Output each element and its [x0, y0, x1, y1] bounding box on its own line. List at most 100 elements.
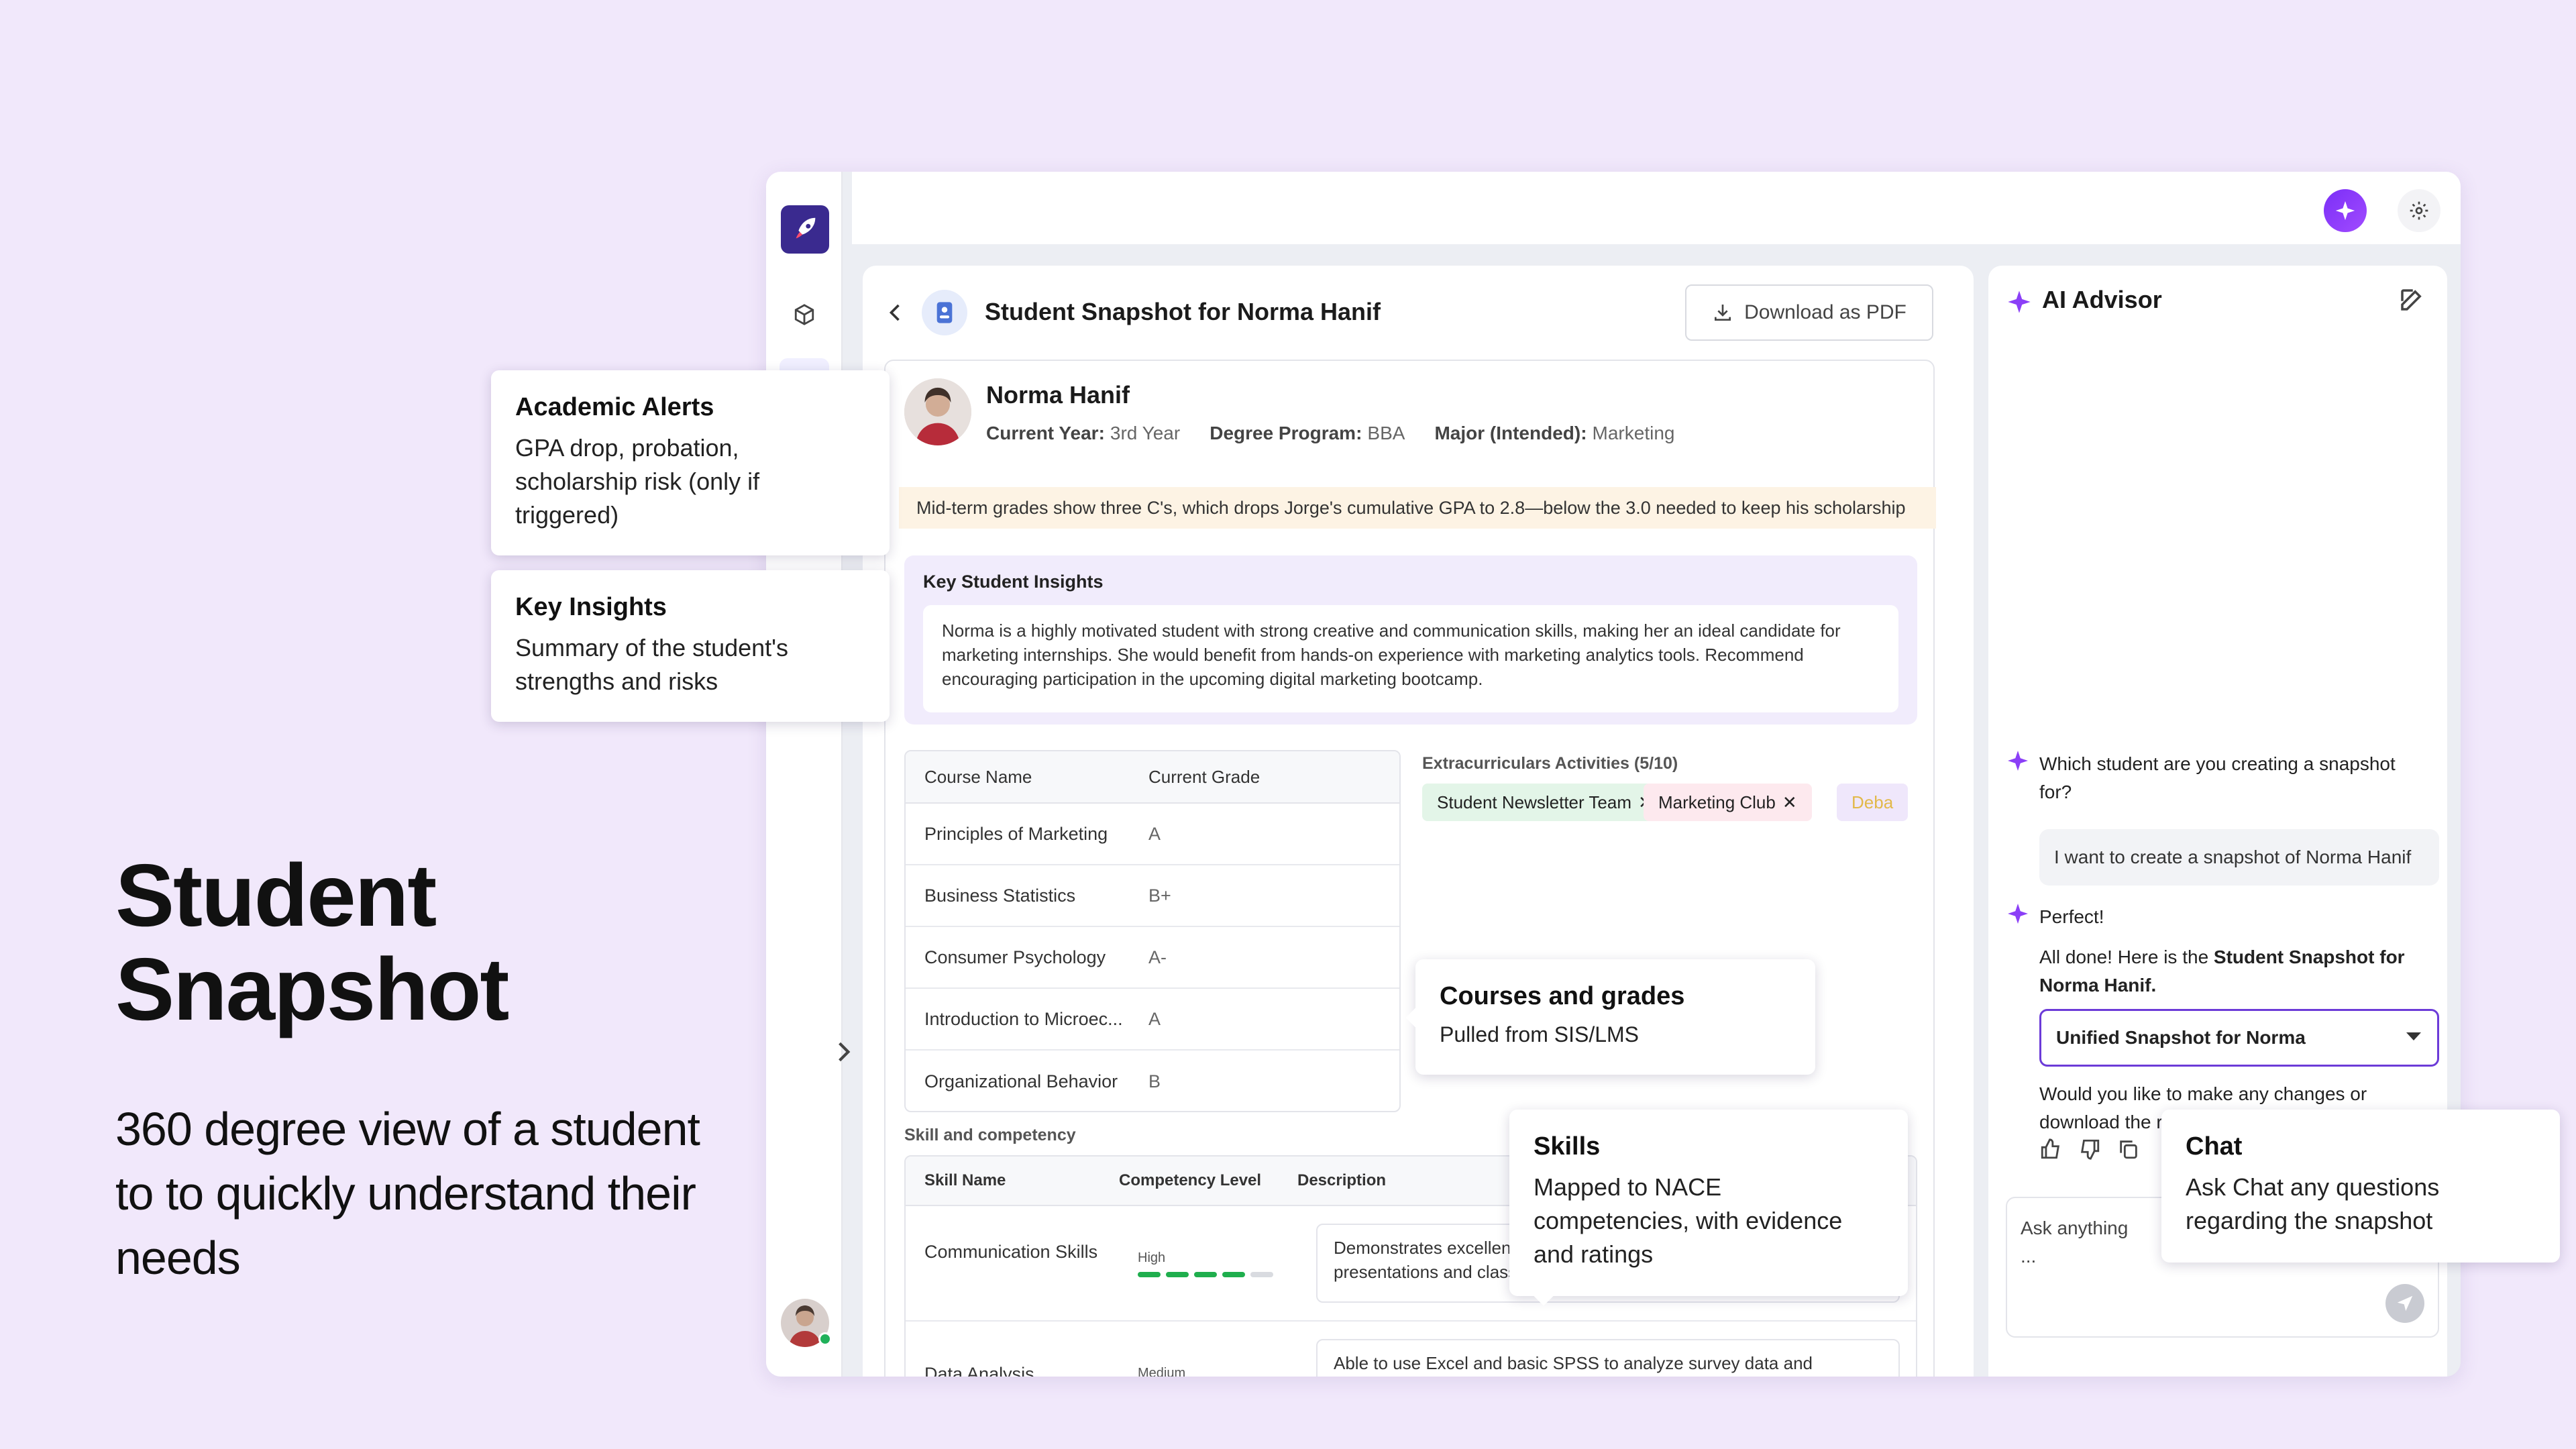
competency-segment — [1194, 1272, 1217, 1277]
academic-alert-banner: Mid-term grades show three C's, which dr… — [899, 487, 1936, 529]
sparkle-icon — [2008, 751, 2028, 771]
callout-title: Key Insights — [515, 593, 667, 621]
expand-sidebar-button[interactable] — [832, 1033, 856, 1071]
cube-icon — [794, 304, 814, 325]
column-header: Competency Level — [1119, 1171, 1262, 1189]
copy-icon[interactable] — [2117, 1138, 2140, 1161]
table-row[interactable]: Organizational Behavior B — [906, 1051, 1399, 1111]
callout-title: Skills — [1534, 1132, 1601, 1161]
side-nav — [766, 172, 851, 1377]
message-text: All done! Here is the — [2039, 947, 2214, 967]
course-grade: B — [1148, 1071, 1161, 1091]
hero-title: Student Snapshot — [115, 846, 509, 1038]
callout-title: Chat — [2186, 1132, 2243, 1161]
skill-level: Medium — [1138, 1366, 1186, 1377]
table-row[interactable]: Business Statistics B+ — [906, 865, 1399, 927]
chip-label: Marketing Club — [1658, 792, 1776, 812]
chat-placeholder: Ask anything... — [2021, 1214, 2128, 1271]
skill-name: Communication Skills — [924, 1242, 1098, 1262]
new-chat-button[interactable] — [2398, 286, 2426, 317]
course-name: Business Statistics — [924, 885, 1076, 906]
activity-chip[interactable]: Deba — [1837, 784, 1909, 821]
course-grade: A — [1148, 823, 1161, 844]
app-logo[interactable] — [781, 205, 829, 254]
send-button[interactable] — [2385, 1284, 2424, 1323]
callout-body: Summary of the student's strengths and r… — [515, 634, 789, 695]
chat-placeholder-ellipsis: ... — [2021, 1246, 2037, 1267]
course-name: Organizational Behavior — [924, 1071, 1118, 1091]
skill-level: High — [1138, 1250, 1166, 1265]
table-row[interactable]: Data Analysis Medium Able to use Excel a… — [906, 1322, 1916, 1377]
ai-assistant-button[interactable] — [2324, 189, 2367, 232]
degree-label: Degree Program: — [1210, 423, 1362, 443]
chevron-left-icon — [889, 304, 900, 321]
skills-title: Skill and competency — [904, 1126, 1076, 1144]
sparkle-icon — [2335, 201, 2355, 221]
student-avatar — [904, 378, 971, 445]
competency-segment — [1166, 1272, 1189, 1277]
major-value: Marketing — [1592, 423, 1675, 443]
course-name: Consumer Psychology — [924, 947, 1106, 967]
online-status-dot — [818, 1332, 832, 1346]
thumbs-up-icon[interactable] — [2039, 1138, 2062, 1161]
sparkle-icon — [2008, 290, 2031, 313]
callout-title: Academic Alerts — [515, 393, 714, 421]
id-card-icon — [936, 302, 953, 323]
rocket-icon — [796, 217, 816, 239]
chat-placeholder-text: Ask anything — [2021, 1218, 2129, 1238]
callout-title: Courses and grades — [1440, 982, 1685, 1010]
callout-chat: Chat Ask Chat any questions regarding th… — [2161, 1110, 2560, 1263]
table-row[interactable]: Introduction to Microec... A — [906, 989, 1399, 1051]
table-header: Course Name Current Grade — [906, 751, 1399, 804]
select-value: Unified Snapshot for Norma — [2056, 1027, 2306, 1048]
page-title: Student Snapshot for Norma Hanif — [985, 298, 1381, 325]
nav-item-modules[interactable] — [789, 299, 820, 330]
top-bar — [852, 172, 2461, 244]
student-name: Norma Hanif — [986, 381, 1130, 409]
download-pdf-label: Download as PDF — [1744, 301, 1907, 323]
course-name: Principles of Marketing — [924, 823, 1108, 844]
extracurriculars-title: Extracurriculars Activities (5/10) — [1422, 754, 1678, 773]
chip-label: Deba — [1851, 792, 1894, 812]
insights-title: Key Student Insights — [923, 572, 1104, 592]
send-icon — [2397, 1295, 2413, 1311]
insights-body: Norma is a highly motivated student with… — [923, 605, 1898, 712]
chevron-right-icon — [839, 1042, 851, 1062]
competency-segment — [1222, 1272, 1245, 1277]
snapshot-badge — [922, 290, 967, 335]
callout-body: Pulled from SIS/LMS — [1440, 1022, 1639, 1046]
column-header: Skill Name — [924, 1171, 1006, 1189]
competency-bar — [1138, 1272, 1273, 1277]
activity-chip[interactable]: Marketing Club ✕ — [1644, 784, 1812, 821]
thumbs-down-icon[interactable] — [2078, 1138, 2101, 1161]
student-meta: Current Year: 3rd Year Degree Program: BBA… — [986, 423, 1674, 444]
snapshot-select[interactable]: Unified Snapshot for Norma — [2039, 1009, 2439, 1067]
degree-value: BBA — [1367, 423, 1405, 443]
callout-skills: Skills Mapped to NACE competencies, with… — [1509, 1110, 1908, 1306]
settings-button[interactable] — [2398, 189, 2440, 232]
activity-chip[interactable]: Student Newsletter Team ✕ — [1422, 784, 1668, 821]
callout-academic-alerts: Academic Alerts GPA drop, probation, sch… — [491, 370, 890, 555]
callout-courses: Courses and grades Pulled from SIS/LMS — [1405, 959, 1815, 1075]
course-name: Introduction to Microec... — [924, 1008, 1123, 1029]
current-year-value: 3rd Year — [1110, 423, 1181, 443]
course-grade: A- — [1148, 947, 1167, 967]
chip-label: Student Newsletter Team — [1437, 792, 1631, 812]
close-icon[interactable]: ✕ — [1782, 792, 1797, 813]
chevron-down-icon — [2406, 1032, 2421, 1040]
callout-key-insights: Key Insights Summary of the student's st… — [491, 570, 890, 722]
skill-description: Able to use Excel and basic SPSS to anal… — [1316, 1339, 1900, 1377]
gear-icon — [2410, 201, 2428, 220]
table-row[interactable]: Principles of Marketing A — [906, 804, 1399, 865]
course-grade: A — [1148, 1008, 1161, 1029]
ai-advisor-title: AI Advisor — [2042, 286, 2162, 313]
column-header: Description — [1297, 1171, 1387, 1189]
current-year-label: Current Year: — [986, 423, 1105, 443]
course-grade: B+ — [1148, 885, 1171, 906]
ai-message: Perfect! — [2039, 906, 2104, 927]
back-button[interactable] — [881, 299, 908, 326]
feedback-actions — [2039, 1138, 2140, 1161]
download-pdf-button[interactable]: Download as PDF — [1685, 284, 1933, 341]
table-row[interactable]: Consumer Psychology A- — [906, 927, 1399, 989]
column-header: Course Name — [924, 766, 1032, 787]
